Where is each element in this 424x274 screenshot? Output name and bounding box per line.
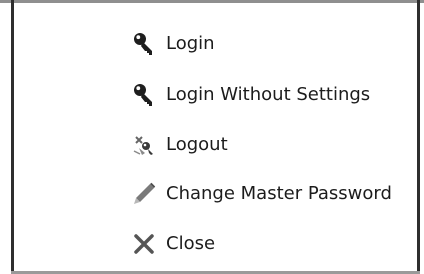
close-icon xyxy=(132,230,166,258)
menu-item-change-master-password[interactable]: Change Master Password xyxy=(132,177,392,211)
pencil-icon xyxy=(132,180,166,208)
menu-item-label: Login Without Settings xyxy=(166,84,371,105)
logout-icon xyxy=(132,131,166,159)
key-icon xyxy=(132,30,166,58)
key-icon xyxy=(132,81,166,109)
menu-item-label: Change Master Password xyxy=(166,183,392,204)
menu-item-login[interactable]: Login xyxy=(132,27,215,61)
context-menu: Login Login Without Settings Logout Chan… xyxy=(0,0,424,274)
menu-item-close[interactable]: Close xyxy=(132,227,215,261)
menu-item-logout[interactable]: Logout xyxy=(132,128,228,162)
menu-item-label: Logout xyxy=(166,134,228,155)
menu-item-login-without-settings[interactable]: Login Without Settings xyxy=(132,78,370,112)
menu-top-border xyxy=(0,0,424,3)
menu-left-border xyxy=(11,0,14,274)
menu-item-label: Close xyxy=(166,233,216,254)
menu-item-label: Login xyxy=(166,33,215,54)
menu-right-border xyxy=(417,0,420,274)
